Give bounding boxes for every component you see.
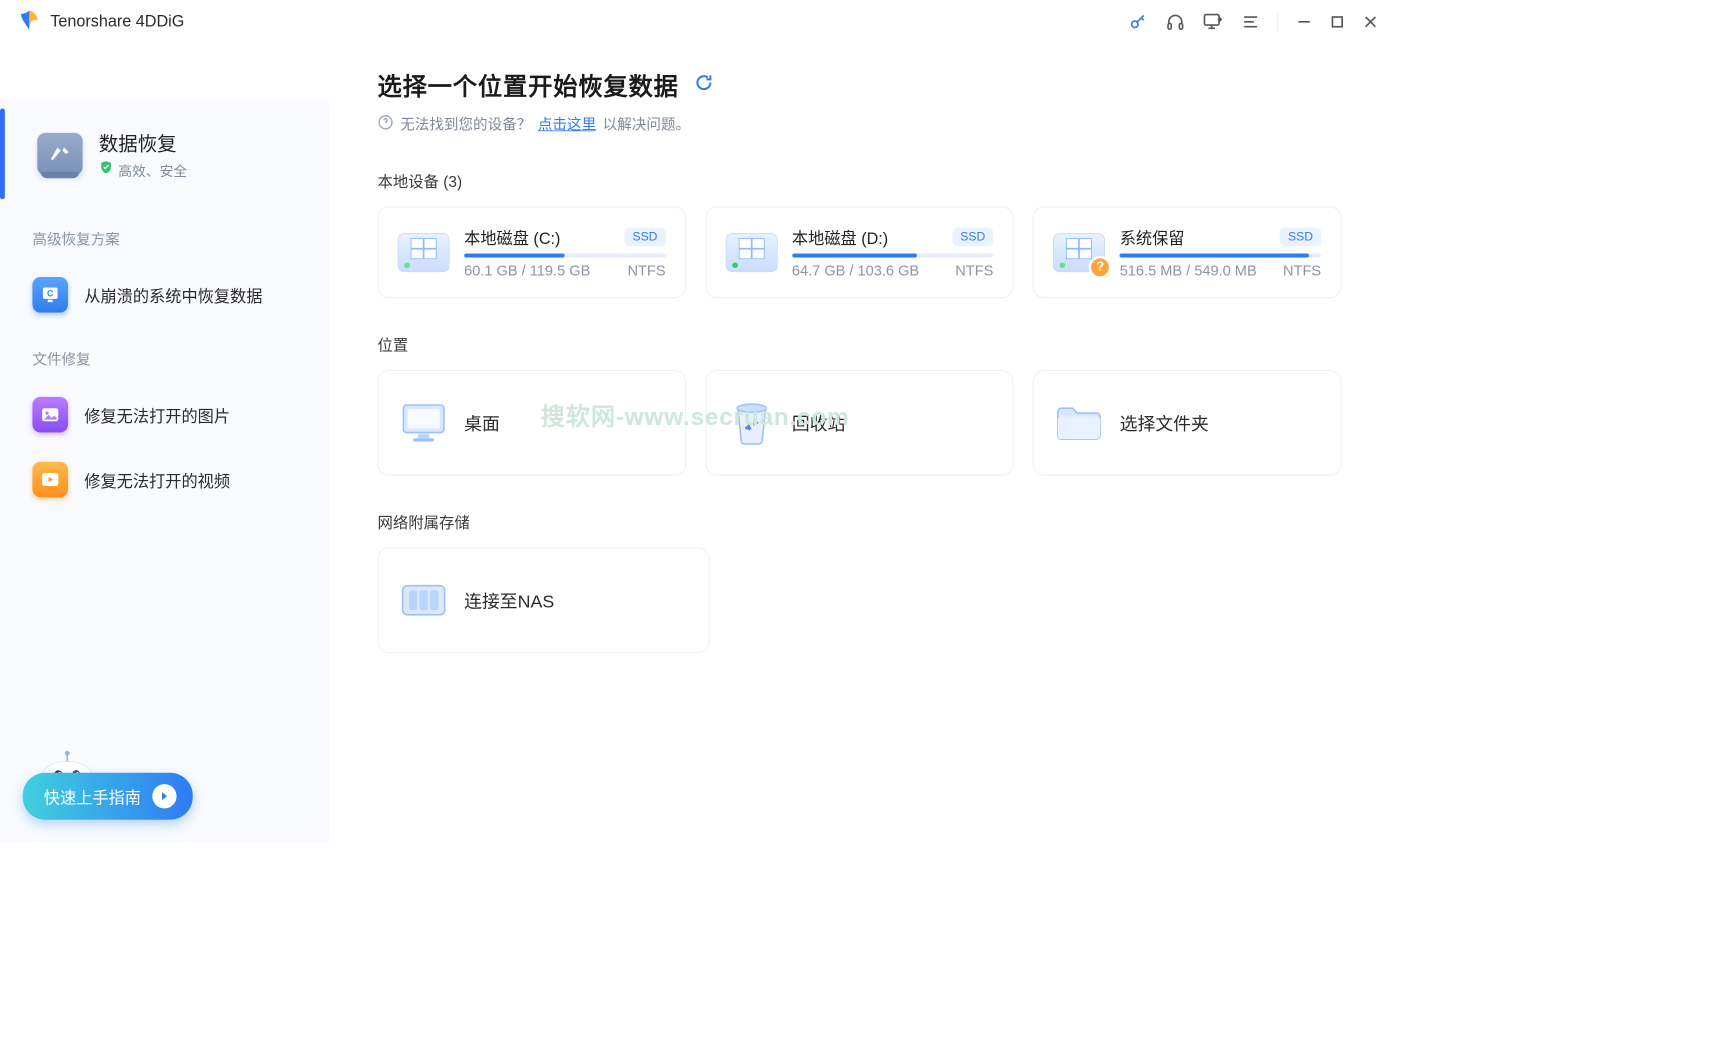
monitor-c-icon: C (32, 277, 68, 313)
disk-name: 本地磁盘 (D:) (792, 225, 888, 248)
sidebar-item-label: 从崩溃的系统中恢复数据 (84, 283, 262, 306)
video-icon (32, 462, 68, 498)
disk-filesystem: NTFS (1283, 262, 1321, 279)
sidebar-section-repair: 文件修复 (0, 327, 329, 382)
location-recycle-bin[interactable]: 回收站 (705, 370, 1013, 475)
disk-filesystem: NTFS (627, 262, 665, 279)
app-title: Tenorshare 4DDiG (50, 13, 184, 32)
sidebar-primary-subtitle: 高效、安全 (118, 160, 187, 180)
nas-icon (398, 578, 450, 623)
disk-usage: 516.5 MB / 549.0 MB (1120, 262, 1257, 279)
disk-card[interactable]: 本地磁盘 (C:) SSD 60.1 GB / 119.5 GB NTFS (377, 207, 685, 299)
question-circle-icon (377, 114, 393, 134)
feedback-icon[interactable] (1203, 12, 1224, 31)
location-desktop[interactable]: 桌面 (377, 370, 685, 475)
sidebar-item-repair-photo[interactable]: 修复无法打开的图片 (0, 382, 329, 447)
refresh-icon[interactable] (693, 72, 714, 97)
arrow-right-icon (152, 784, 176, 808)
headphones-icon[interactable] (1166, 12, 1185, 31)
recycle-bin-icon (725, 400, 777, 445)
section-local-devices: 本地设备 (3) (377, 170, 1341, 192)
monitor-icon (398, 400, 450, 445)
key-icon[interactable] (1128, 12, 1147, 31)
sidebar: 数据恢复 高效、安全 高级恢复方案 C 从崩溃的系统中恢复数据 (0, 44, 329, 843)
section-nas: 网络附属存储 (377, 511, 1341, 533)
disk-card[interactable]: 本地磁盘 (D:) SSD 64.7 GB / 103.6 GB NTFS (705, 207, 1013, 299)
hdd-tools-icon (37, 133, 82, 175)
quick-guide-label: 快速上手指南 (44, 784, 141, 807)
disk-usage: 60.1 GB / 119.5 GB (464, 262, 590, 279)
usage-bar (1120, 254, 1321, 258)
disk-type-badge: SSD (1280, 228, 1321, 247)
quick-guide-button[interactable]: 快速上手指南 (23, 773, 193, 820)
sidebar-section-advanced: 高级恢复方案 (0, 207, 329, 262)
nas-label: 连接至NAS (464, 587, 554, 613)
maximize-button[interactable] (1330, 15, 1345, 30)
close-button[interactable] (1362, 14, 1378, 30)
disk-card[interactable]: ? 系统保留 SSD 516.5 MB / 549.0 MB NTFS (1033, 207, 1341, 299)
location-label: 回收站 (792, 410, 845, 436)
disk-name: 本地磁盘 (C:) (464, 225, 560, 248)
location-choose-folder[interactable]: 选择文件夹 (1033, 370, 1341, 475)
page-title: 选择一个位置开始恢复数据 (377, 66, 678, 102)
help-text: 无法找到您的设备？ 点击这里 以解决问题。 (377, 113, 1341, 134)
folder-icon (1053, 400, 1105, 445)
help-suffix: 以解决问题。 (603, 113, 690, 134)
nas-connect[interactable]: 连接至NAS (377, 548, 709, 653)
sidebar-item-data-recovery[interactable]: 数据恢复 高效、安全 (0, 100, 329, 207)
minimize-button[interactable] (1296, 14, 1312, 30)
sidebar-item-repair-video[interactable]: 修复无法打开的视频 (0, 447, 329, 512)
titlebar: Tenorshare 4DDiG (0, 0, 1390, 44)
disk-filesystem: NTFS (955, 262, 993, 279)
hard-drive-icon (725, 233, 777, 272)
menu-icon[interactable] (1242, 13, 1260, 31)
help-prefix: 无法找到您的设备？ (400, 113, 531, 134)
sidebar-item-crash-recovery[interactable]: C 从崩溃的系统中恢复数据 (0, 262, 329, 327)
app-logo-icon (18, 9, 41, 36)
location-label: 选择文件夹 (1120, 410, 1209, 436)
shield-check-icon (99, 160, 114, 179)
sidebar-item-label: 修复无法打开的图片 (84, 403, 230, 426)
warning-badge-icon: ? (1089, 256, 1112, 279)
usage-bar (464, 254, 665, 258)
photo-icon (32, 397, 68, 433)
hard-drive-icon: ? (1053, 233, 1105, 272)
hard-drive-icon (398, 233, 450, 272)
svg-text:C: C (47, 288, 54, 298)
help-link[interactable]: 点击这里 (538, 113, 596, 134)
location-label: 桌面 (464, 410, 500, 436)
titlebar-actions (1128, 12, 1378, 31)
sidebar-item-label: 修复无法打开的视频 (84, 468, 230, 491)
section-locations: 位置 (377, 334, 1341, 356)
divider (1277, 13, 1278, 31)
main-content: 选择一个位置开始恢复数据 无法找到您的设备？ 点击这里 以解决问题。 本地设备 … (329, 44, 1390, 843)
sidebar-primary-title: 数据恢复 (99, 128, 187, 156)
disk-usage: 64.7 GB / 103.6 GB (792, 262, 919, 279)
disk-type-badge: SSD (952, 228, 993, 247)
usage-bar (792, 254, 993, 258)
disk-type-badge: SSD (624, 228, 665, 247)
disk-name: 系统保留 (1120, 225, 1185, 248)
